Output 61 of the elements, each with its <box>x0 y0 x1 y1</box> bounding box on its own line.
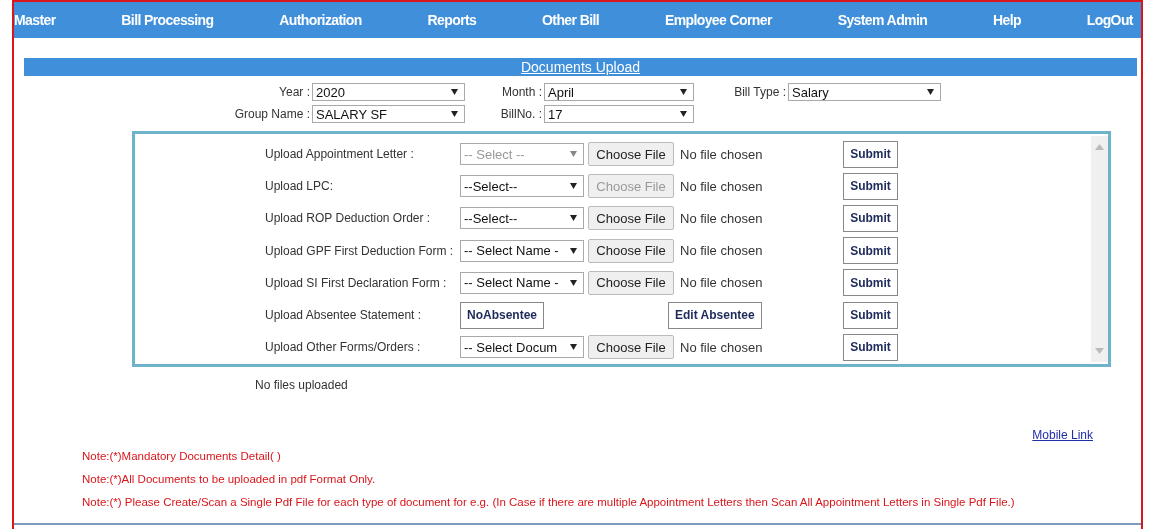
caret-icon <box>570 215 577 222</box>
file-status: No file chosen <box>680 146 764 162</box>
row-label: Upload GPF First Deduction Form : <box>265 243 455 258</box>
filter-label: Year : <box>278 85 311 99</box>
row-label: Upload Appointment Letter : <box>265 147 415 162</box>
choose-file-button[interactable]: Choose File <box>588 335 674 360</box>
scroll-down-icon[interactable] <box>1095 348 1104 354</box>
choose-file-button[interactable]: Choose File <box>588 238 674 263</box>
submit-button[interactable]: Submit <box>843 172 898 200</box>
caret-icon <box>680 111 687 117</box>
row-label: Upload Absentee Statement : <box>265 308 423 323</box>
caret-icon <box>570 247 577 254</box>
edit-absentee-button[interactable]: Edit Absentee <box>668 301 762 329</box>
caret-icon <box>927 89 934 95</box>
row-label: Upload ROP Deduction Order : <box>265 211 432 226</box>
choose-file-button[interactable]: Choose File <box>588 206 674 231</box>
row-label: Upload Other Forms/Orders : <box>265 340 422 355</box>
submit-button[interactable]: Submit <box>843 237 898 265</box>
scroll-up-icon[interactable] <box>1095 144 1104 150</box>
dropdown[interactable]: April <box>544 83 694 101</box>
scrollbar[interactable] <box>1091 136 1108 362</box>
submit-button[interactable]: Submit <box>843 333 898 361</box>
dropdown[interactable]: 2020 <box>312 83 465 101</box>
dropdown[interactable]: -- Select Name - <box>460 239 584 262</box>
choose-file-button[interactable]: Choose File <box>588 270 674 295</box>
submit-button[interactable]: Submit <box>843 269 898 297</box>
file-status: No file chosen <box>680 210 764 226</box>
file-status: No file chosen <box>680 178 764 194</box>
caret-icon <box>451 111 458 117</box>
note-text: Note:(*)All Documents to be uploaded in pdf Format Only. <box>82 472 377 487</box>
choose-file-button[interactable]: Choose File <box>588 142 674 167</box>
mobile-link[interactable]: Mobile Link <box>1032 428 1093 442</box>
note-text: Note:(*)Mandatory Documents Detail( ) <box>82 449 282 464</box>
note-text: Note:(*) Please Create/Scan a Single Pdf File for each type of document for e.g. (In Case if there are multiple Appointment Letters then Scan All Appointment Letters in Single Pdf File.) <box>82 495 1016 510</box>
dropdown[interactable]: -- Select Docum <box>460 336 584 359</box>
file-status: No file chosen <box>680 339 764 355</box>
dropdown[interactable]: SALARY SF <box>312 105 465 123</box>
filter-label: Bill Type : <box>733 85 787 99</box>
file-status: No file chosen <box>680 275 764 291</box>
filter-label: Month : <box>500 85 543 99</box>
caret-icon <box>570 183 577 190</box>
row-label: Upload LPC: <box>265 179 335 194</box>
dropdown[interactable]: --Select-- <box>460 175 584 198</box>
submit-button[interactable]: Submit <box>843 204 898 232</box>
dropdown[interactable]: --Select-- <box>460 207 584 230</box>
caret-icon <box>451 89 458 95</box>
dropdown[interactable]: -- Select Name - <box>460 271 584 294</box>
row-label: Upload SI First Declaration Form : <box>265 275 448 290</box>
submit-button[interactable]: Submit <box>843 140 898 168</box>
no-absentee-button[interactable]: NoAbsentee <box>460 301 544 329</box>
filter-label: Group Name : <box>233 107 311 121</box>
dropdown[interactable]: Salary <box>788 83 941 101</box>
dropdown[interactable]: 17 <box>544 105 694 123</box>
caret-icon <box>680 89 687 95</box>
filter-label: BillNo. : <box>499 107 543 121</box>
upload-status: No files uploaded <box>255 378 349 392</box>
caret-icon <box>570 279 577 286</box>
submit-button[interactable]: Submit <box>843 301 898 329</box>
caret-icon <box>570 344 577 351</box>
file-status: No file chosen <box>680 243 764 259</box>
caret-icon <box>570 151 577 158</box>
